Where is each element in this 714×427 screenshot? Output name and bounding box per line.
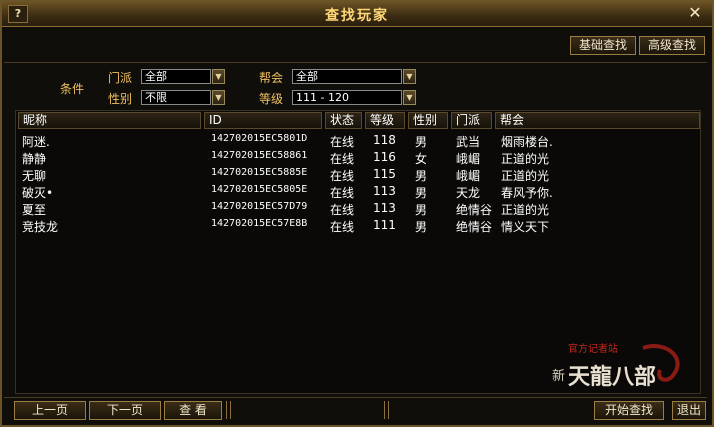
cell-guild: 正道的光 (501, 169, 550, 183)
cell-guild: 正道的光 (501, 203, 550, 217)
cell-id: 142702015EC5801D (211, 133, 308, 144)
exit-button[interactable]: 退出 (672, 401, 706, 420)
footer-divider (4, 397, 707, 398)
col-header-level[interactable]: 等级 (365, 112, 405, 129)
view-button[interactable]: 查 看 (164, 401, 222, 420)
gender-dropdown-icon[interactable]: ▼ (212, 90, 225, 105)
cell-name: 竞技龙 (22, 220, 59, 234)
col-header-gender[interactable]: 性别 (408, 112, 448, 129)
gender-label: 性别 (108, 92, 133, 106)
cell-status: 在线 (330, 152, 355, 166)
title-bar: ? 查找玩家 ✕ (2, 2, 712, 27)
cell-level: 118 (373, 133, 396, 147)
guild-label: 帮会 (259, 71, 284, 85)
cell-sect: 峨嵋 (456, 169, 481, 183)
window-title: 查找玩家 (325, 8, 389, 24)
sect-dropdown-icon[interactable]: ▼ (212, 69, 225, 84)
cell-status: 在线 (330, 220, 355, 234)
cell-id: 142702015EC57D79 (211, 201, 308, 212)
level-select[interactable]: 111 - 120 (292, 90, 402, 105)
cell-level: 115 (373, 167, 396, 181)
guild-dropdown-icon[interactable]: ▼ (403, 69, 416, 84)
page-grip-left (226, 401, 231, 419)
sect-label: 门派 (108, 71, 133, 85)
col-header-guild[interactable]: 帮会 (495, 112, 700, 129)
cell-level: 116 (373, 150, 396, 164)
cell-sect: 峨嵋 (456, 152, 481, 166)
cell-guild: 情义天下 (501, 220, 550, 234)
cell-gender: 男 (415, 220, 428, 234)
cell-gender: 男 (415, 203, 428, 217)
cell-id: 142702015EC57E8B (211, 218, 308, 229)
game-logo: 官方记者站 新 天龍八部 (552, 342, 680, 390)
cell-id: 142702015EC5885E (211, 167, 308, 178)
cell-sect: 武当 (456, 135, 481, 149)
close-icon[interactable]: ✕ (686, 4, 704, 22)
cell-status: 在线 (330, 203, 355, 217)
cell-level: 113 (373, 184, 396, 198)
cell-name: 阿迷. (22, 135, 50, 149)
prev-page-button[interactable]: 上一页 (14, 401, 86, 420)
logo-name: 天龍八部 (568, 364, 656, 390)
cell-sect: 绝情谷 (456, 220, 493, 234)
gender-select[interactable]: 不限 (141, 90, 211, 105)
cell-name: 破灭• (22, 186, 54, 200)
cell-id: 142702015EC5805E (211, 184, 308, 195)
cell-guild: 正道的光 (501, 152, 550, 166)
cell-status: 在线 (330, 169, 355, 183)
next-page-button[interactable]: 下一页 (89, 401, 161, 420)
divider (4, 62, 707, 63)
sect-select[interactable]: 全部 (141, 69, 211, 84)
cell-name: 无聊 (22, 169, 47, 183)
cell-guild: 春风予你. (501, 186, 553, 200)
logo-prefix: 新 (552, 368, 565, 384)
cell-gender: 男 (415, 186, 428, 200)
basic-search-button[interactable]: 基础查找 (570, 36, 636, 55)
col-header-status[interactable]: 状态 (325, 112, 362, 129)
level-dropdown-icon[interactable]: ▼ (403, 90, 416, 105)
cell-sect: 天龙 (456, 186, 481, 200)
col-header-name[interactable]: 昵称 (18, 112, 201, 129)
cell-sect: 绝情谷 (456, 203, 493, 217)
cell-id: 142702015EC58861 (211, 150, 308, 161)
cell-level: 111 (373, 218, 396, 232)
cell-gender: 男 (415, 169, 428, 183)
condition-label: 条件 (60, 82, 85, 96)
cell-guild: 烟雨楼台. (501, 135, 553, 149)
cell-gender: 女 (415, 152, 428, 166)
guild-select[interactable]: 全部 (292, 69, 402, 84)
logo-subtitle: 官方记者站 (568, 342, 618, 355)
col-header-id[interactable]: ID (204, 112, 322, 129)
col-header-sect[interactable]: 门派 (451, 112, 492, 129)
cell-status: 在线 (330, 135, 355, 149)
cell-status: 在线 (330, 186, 355, 200)
page-grip-right (384, 401, 389, 419)
cell-level: 113 (373, 201, 396, 215)
start-search-button[interactable]: 开始查找 (594, 401, 664, 420)
cell-name: 夏至 (22, 203, 47, 217)
level-label: 等级 (259, 92, 284, 106)
advanced-search-button[interactable]: 高级查找 (639, 36, 705, 55)
cell-name: 静静 (22, 152, 47, 166)
cell-gender: 男 (415, 135, 428, 149)
